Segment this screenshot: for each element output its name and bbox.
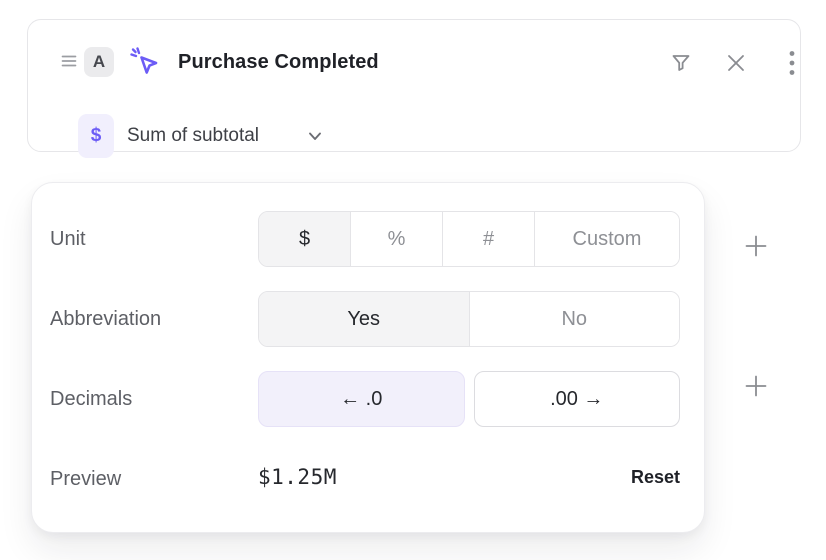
preview-label: Preview — [50, 468, 121, 491]
unit-segmented-control: $ % # Custom — [258, 211, 680, 267]
close-button[interactable] — [722, 49, 750, 77]
number-format-panel: Unit $ % # Custom Abbreviation Yes No De… — [31, 182, 705, 533]
unit-option-dollar[interactable]: $ — [259, 212, 350, 266]
abbreviation-segmented-control: Yes No — [258, 291, 680, 347]
event-position-badge: A — [84, 47, 114, 77]
decimals-increase-button[interactable]: .00 → — [474, 371, 681, 427]
unit-option-custom[interactable]: Custom — [534, 212, 679, 266]
metric-selector-label[interactable]: Sum of subtotal — [127, 114, 259, 158]
close-icon — [725, 52, 747, 74]
event-title: Purchase Completed — [178, 44, 379, 80]
plus-icon — [744, 234, 768, 258]
more-options-button[interactable] — [778, 49, 806, 77]
decimals-decrease-button[interactable]: ← .0 — [258, 371, 465, 427]
kebab-icon — [780, 49, 804, 77]
reset-button[interactable]: Reset — [580, 467, 680, 488]
metric-row: $ Sum of subtotal — [28, 114, 800, 158]
event-card: A Purchase Completed — [27, 19, 801, 152]
chevron-down-icon[interactable] — [306, 128, 324, 144]
unit-option-percent[interactable]: % — [350, 212, 442, 266]
event-card-header: A Purchase Completed — [28, 44, 800, 80]
event-click-icon — [128, 45, 162, 79]
decimals-label: Decimals — [50, 388, 132, 411]
abbreviation-option-yes[interactable]: Yes — [259, 292, 469, 346]
abbreviation-option-no[interactable]: No — [469, 292, 680, 346]
decimals-controls: ← .0 .00 → — [258, 371, 680, 427]
filter-button[interactable] — [667, 49, 695, 77]
filter-icon — [669, 51, 693, 75]
query-builder: A Purchase Completed — [0, 0, 826, 560]
plus-icon — [744, 374, 768, 398]
drag-handle-icon[interactable] — [61, 53, 77, 69]
metric-dollar-badge: $ — [78, 114, 114, 158]
preview-value: $1.25M — [258, 465, 337, 489]
unit-option-number[interactable]: # — [442, 212, 534, 266]
add-format-button[interactable] — [736, 366, 776, 406]
abbreviation-label: Abbreviation — [50, 308, 161, 331]
add-metric-button[interactable] — [736, 226, 776, 266]
unit-label: Unit — [50, 228, 86, 251]
